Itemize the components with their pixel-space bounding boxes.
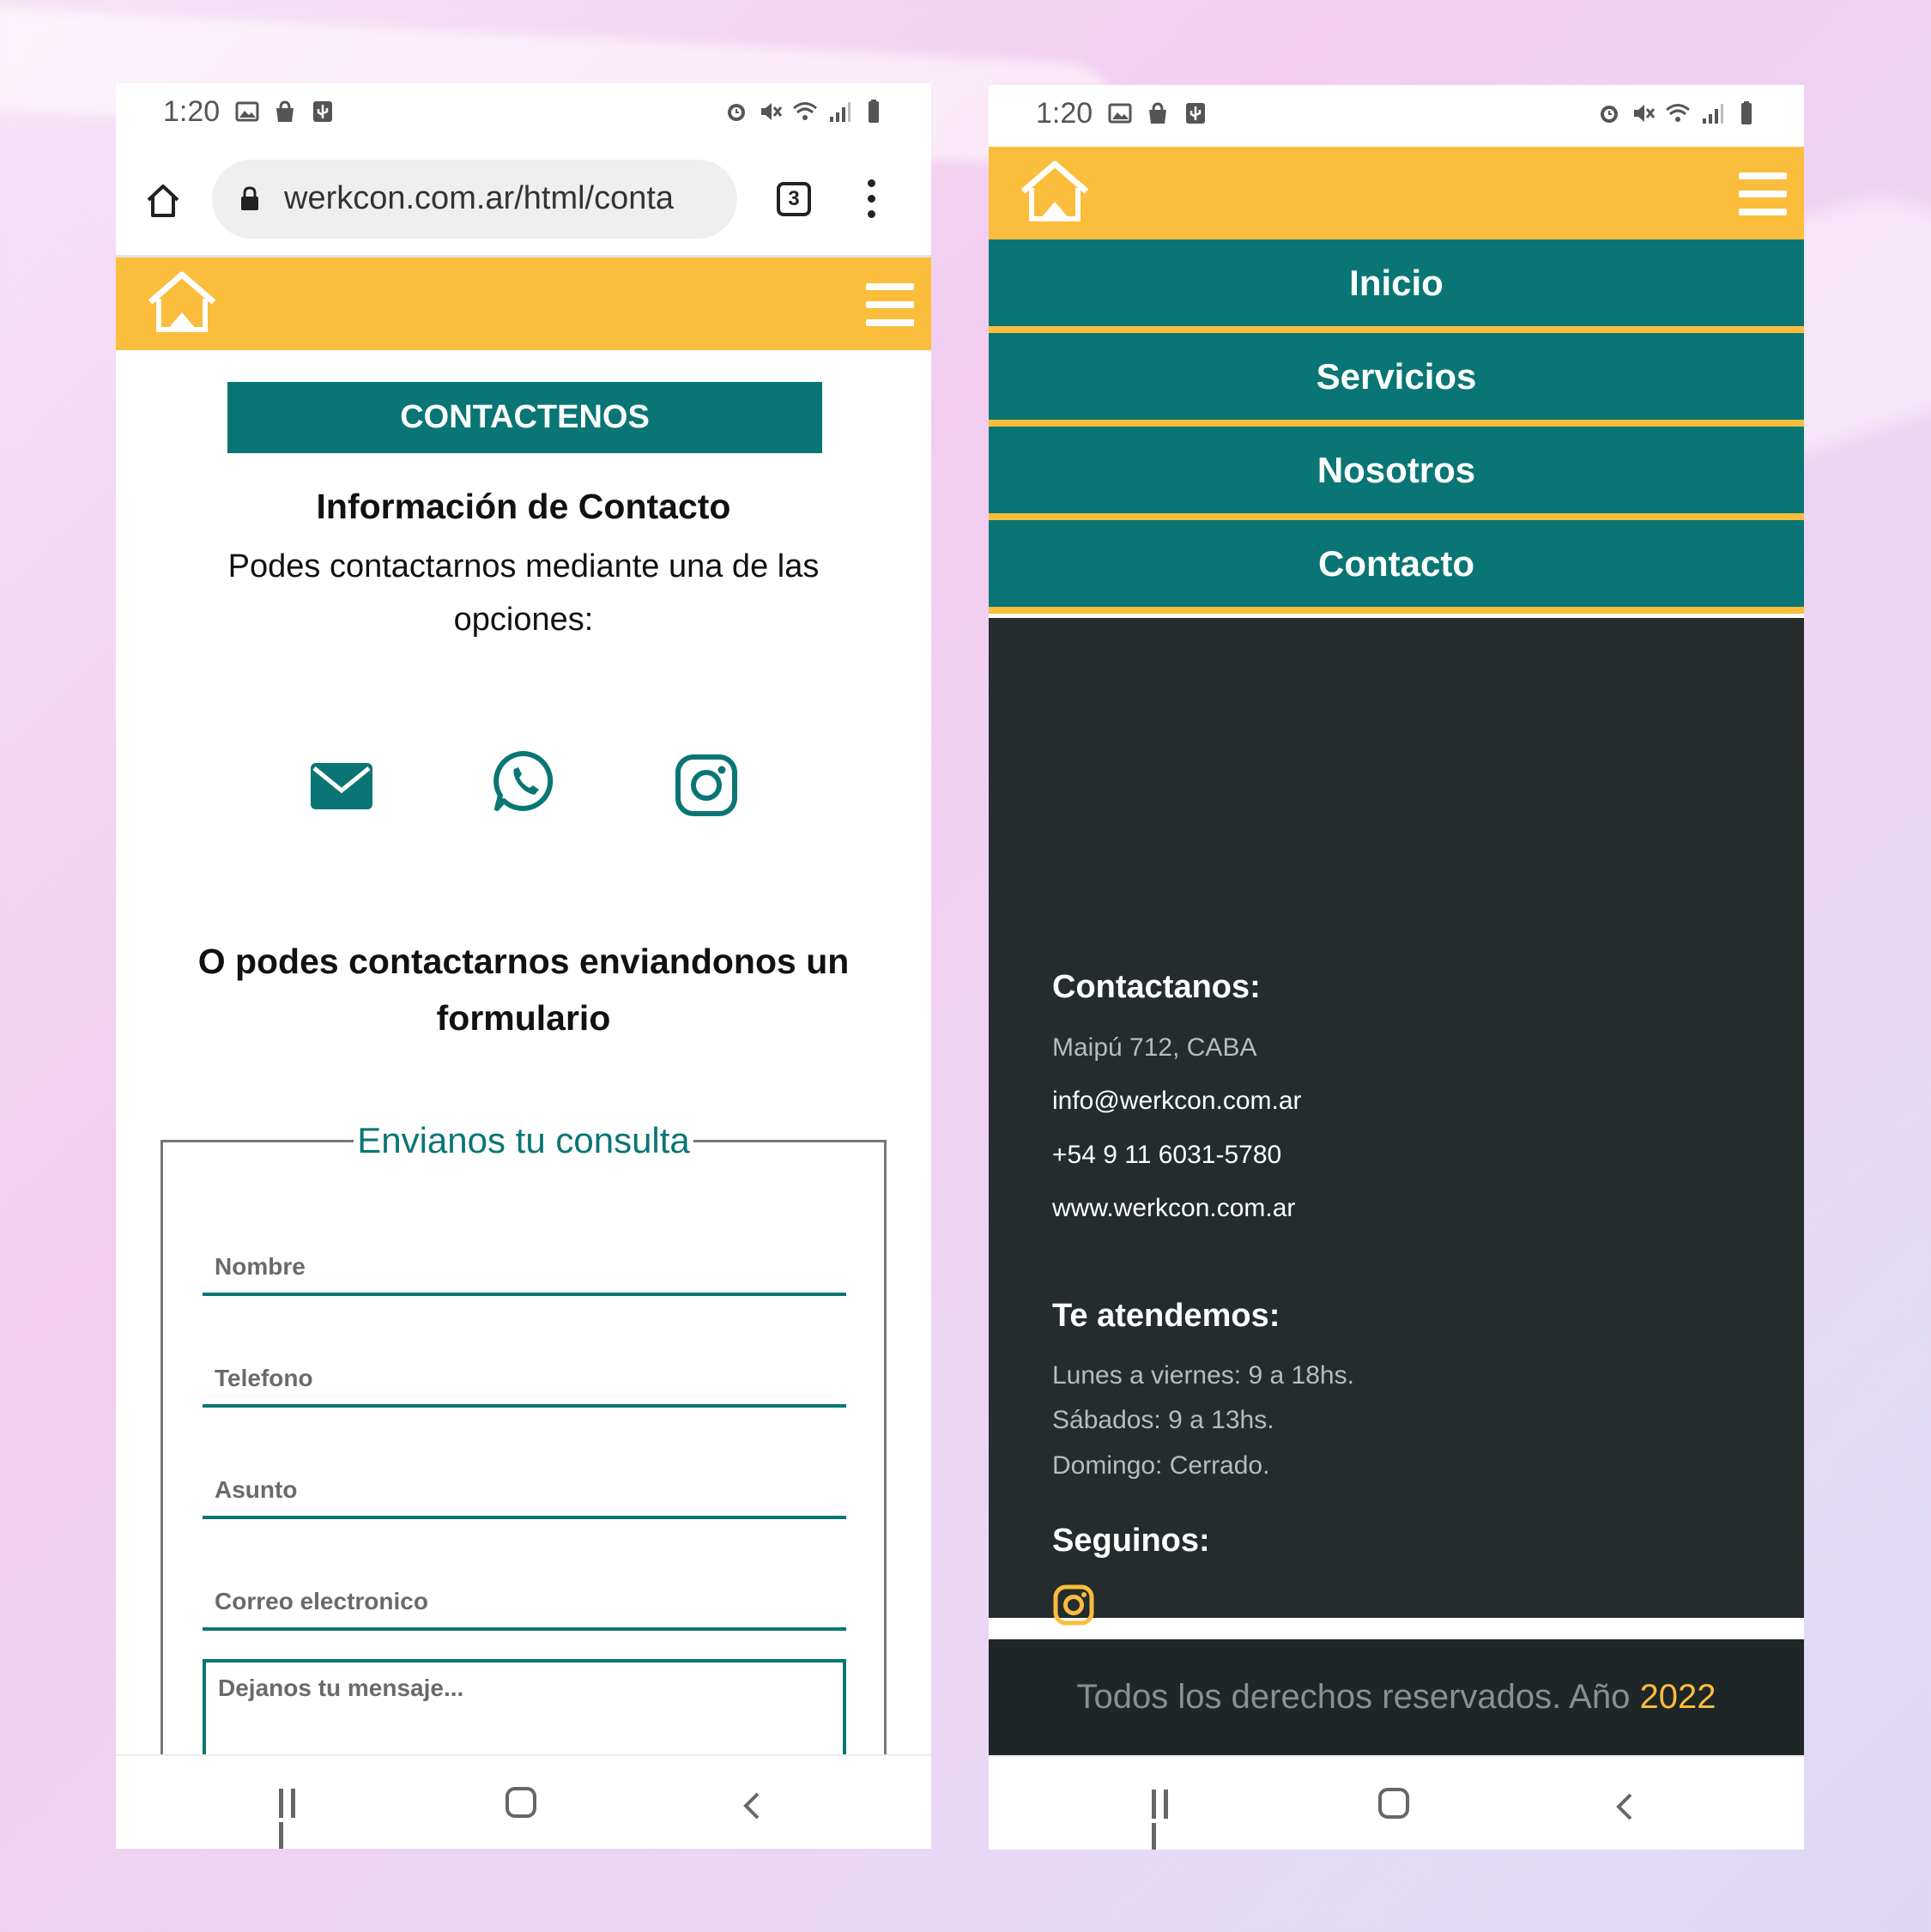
menu-item-contacto[interactable]: Contacto (989, 520, 1804, 614)
site-header (116, 257, 931, 350)
back-icon[interactable] (1608, 1790, 1643, 1824)
site-footer: Contactanos: Maipú 712, CABA info@werkco… (989, 618, 1804, 1626)
copyright-text: Todos los derechos reservados. Año (1076, 1678, 1640, 1716)
message-placeholder: Dejanos tu mensaje... (218, 1675, 464, 1701)
name-placeholder: Nombre (215, 1253, 306, 1280)
menu-item-nosotros[interactable]: Nosotros (989, 427, 1804, 520)
form-title: O podes contactarnos enviandonos un form… (197, 942, 850, 1038)
werkcon-logo-house-icon[interactable] (143, 268, 221, 336)
hours-heading: Te atendemos: (1052, 1298, 1280, 1334)
mute-icon (1634, 105, 1656, 122)
whatsapp-icon[interactable] (492, 748, 557, 814)
tab-switcher-button[interactable]: 3 (777, 182, 811, 216)
status-bar: 1:20 (989, 85, 1804, 147)
follow-heading: Seguinos: (1052, 1523, 1210, 1559)
gallery-icon (235, 101, 259, 122)
recents-button[interactable] (279, 1789, 313, 1849)
email-icon[interactable] (309, 753, 374, 818)
shopping-bag-icon (1149, 102, 1166, 124)
phone-screen-contact: 1:20 werkcon.com.ar/html/conta 3 CONTACT… (116, 83, 931, 1849)
page-banner: CONTACTENOS (227, 382, 822, 453)
wifi-icon (793, 102, 817, 120)
home-button[interactable] (505, 1787, 536, 1818)
menu-icon[interactable] (866, 283, 914, 326)
home-icon[interactable] (142, 179, 185, 222)
battery-icon (869, 100, 879, 123)
recents-button[interactable] (1152, 1790, 1186, 1850)
gallery-icon (1108, 103, 1132, 124)
contact-heading: Contactanos: (1052, 969, 1261, 1005)
browser-toolbar: werkcon.com.ar/html/conta 3 (116, 145, 931, 257)
name-field[interactable]: Nombre (203, 1196, 846, 1296)
phone-field[interactable]: Telefono (203, 1307, 846, 1408)
address-text: Maipú 712, CABA (1052, 1033, 1257, 1062)
site-header (989, 147, 1804, 239)
mute-icon (761, 103, 783, 120)
status-bar: 1:20 (116, 83, 931, 145)
info-text: Podes contactarnos mediante una de las o… (227, 548, 820, 638)
lock-icon (241, 186, 258, 210)
phone-screen-menu: 1:20 Inicio Servicios Nosotros Contacto … (989, 85, 1804, 1850)
usb-icon (1186, 103, 1205, 124)
more-options-icon[interactable] (868, 179, 876, 222)
phone-placeholder: Telefono (215, 1365, 313, 1391)
url-text[interactable]: werkcon.com.ar/html/conta (284, 180, 730, 217)
form-legend: Envianos tu consulta (357, 1120, 690, 1160)
subject-field[interactable]: Asunto (203, 1419, 846, 1519)
shopping-bag-icon (276, 100, 294, 122)
instagram-icon[interactable] (1052, 1584, 1095, 1626)
werkcon-logo-house-icon[interactable] (1016, 157, 1093, 226)
battery-icon (1741, 101, 1752, 124)
menu-icon[interactable] (1739, 173, 1787, 215)
copyright-year: 2022 (1639, 1678, 1716, 1716)
instagram-icon[interactable] (674, 753, 739, 818)
signal-icon (1703, 104, 1723, 124)
status-time: 1:20 (163, 95, 221, 128)
system-nav-bar (989, 1755, 1804, 1850)
home-button[interactable] (1378, 1788, 1409, 1819)
copyright-bar: Todos los derechos reservados. Año 2022 (989, 1639, 1804, 1755)
status-time: 1:20 (1036, 97, 1093, 130)
wifi-icon (1666, 104, 1690, 122)
alarm-icon (1601, 106, 1618, 123)
menu-item-servicios[interactable]: Servicios (989, 333, 1804, 427)
hours-saturday: Sábados: 9 a 13hs. (1052, 1406, 1274, 1434)
menu-item-inicio[interactable]: Inicio (989, 239, 1804, 333)
hours-sunday: Domingo: Cerrado. (1052, 1451, 1270, 1480)
contact-form: Envianos tu consulta Nombre Telefono Asu… (160, 1120, 887, 1849)
alarm-icon (728, 104, 745, 121)
back-icon[interactable] (735, 1789, 770, 1823)
email-placeholder: Correo electronico (215, 1588, 428, 1614)
signal-icon (830, 102, 850, 122)
address-bar[interactable]: werkcon.com.ar/html/conta (212, 160, 737, 239)
subject-placeholder: Asunto (215, 1476, 298, 1503)
usb-icon (313, 101, 332, 122)
phone-link[interactable]: +54 9 11 6031-5780 (1052, 1141, 1281, 1170)
email-field[interactable]: Correo electronico (203, 1530, 846, 1631)
info-title: Información de Contacto (316, 487, 731, 526)
email-link[interactable]: info@werkcon.com.ar (1052, 1087, 1302, 1116)
hours-weekdays: Lunes a viernes: 9 a 18hs. (1052, 1361, 1354, 1390)
system-nav-bar (116, 1754, 931, 1849)
website-link[interactable]: www.werkcon.com.ar (1052, 1194, 1295, 1223)
